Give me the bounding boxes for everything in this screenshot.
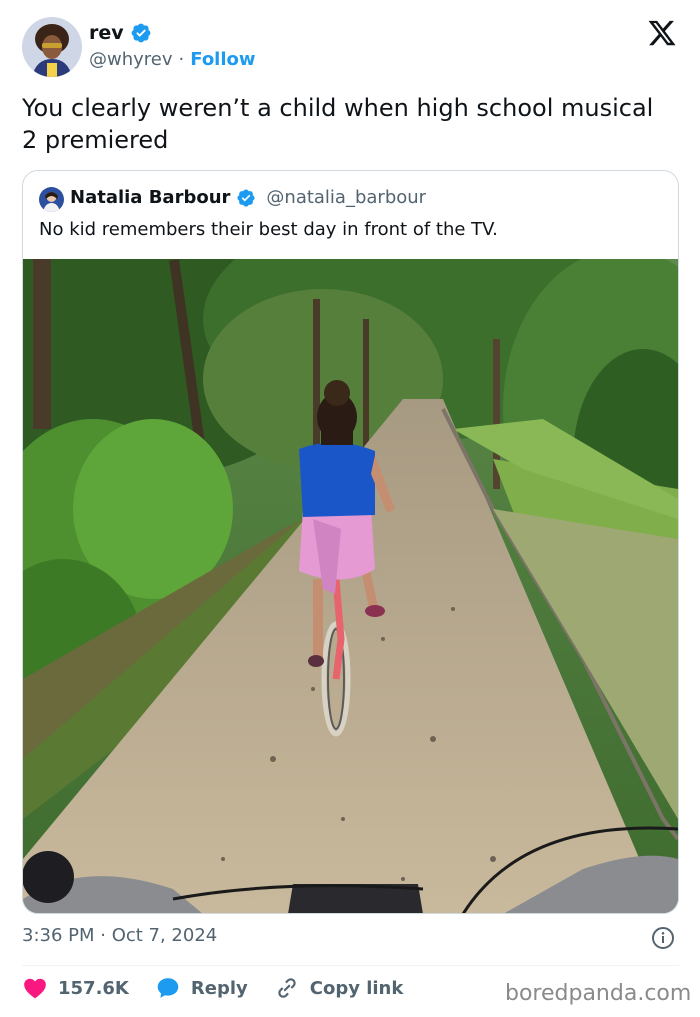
info-icon[interactable] xyxy=(651,926,675,950)
separator-dot: · xyxy=(178,49,185,70)
author-avatar[interactable] xyxy=(22,17,82,77)
reply-button[interactable]: Reply xyxy=(155,975,248,1001)
reply-label: Reply xyxy=(190,977,248,999)
like-button[interactable]: 157.6K xyxy=(22,975,129,1001)
tweet-timestamp[interactable]: 3:36 PM · Oct 7, 2024 xyxy=(22,925,217,946)
quoted-author-avatar[interactable] xyxy=(39,187,64,212)
x-logo-icon[interactable] xyxy=(646,18,678,48)
quoted-text: No kid remembers their best day in front… xyxy=(39,219,498,240)
heart-icon xyxy=(24,978,46,999)
tweet-actions: 157.6K Reply Copy link xyxy=(22,975,429,1001)
author-handle[interactable]: @whyrev xyxy=(89,49,173,70)
author-name[interactable]: rev xyxy=(89,22,124,44)
like-count: 157.6K xyxy=(58,977,129,999)
link-icon xyxy=(278,978,296,998)
quoted-name-row: Natalia Barbour @natalia_barbour xyxy=(70,187,426,208)
follow-button[interactable]: Follow xyxy=(190,49,255,70)
tweet-text: You clearly weren’t a child when high sc… xyxy=(22,94,654,154)
copy-link-label: Copy link xyxy=(309,977,404,999)
copy-link-button[interactable]: Copy link xyxy=(274,975,404,1001)
verified-badge-icon xyxy=(131,23,151,43)
author-handle-row: @whyrev · Follow xyxy=(89,49,256,70)
quoted-author-handle[interactable]: @natalia_barbour xyxy=(266,187,426,208)
quoted-tweet[interactable]: Natalia Barbour @natalia_barbour No kid … xyxy=(22,170,679,914)
verified-badge-icon xyxy=(237,188,255,207)
quoted-author-name[interactable]: Natalia Barbour xyxy=(70,187,230,208)
divider xyxy=(22,965,679,966)
forest-path-image xyxy=(23,259,678,913)
quoted-photo[interactable] xyxy=(23,259,678,913)
author-name-row: rev xyxy=(89,22,152,44)
speech-bubble-icon xyxy=(157,978,179,998)
tweet-card: rev @whyrev · Follow You clearly weren’t… xyxy=(0,0,700,1017)
watermark: boredpanda.com xyxy=(505,981,692,1006)
